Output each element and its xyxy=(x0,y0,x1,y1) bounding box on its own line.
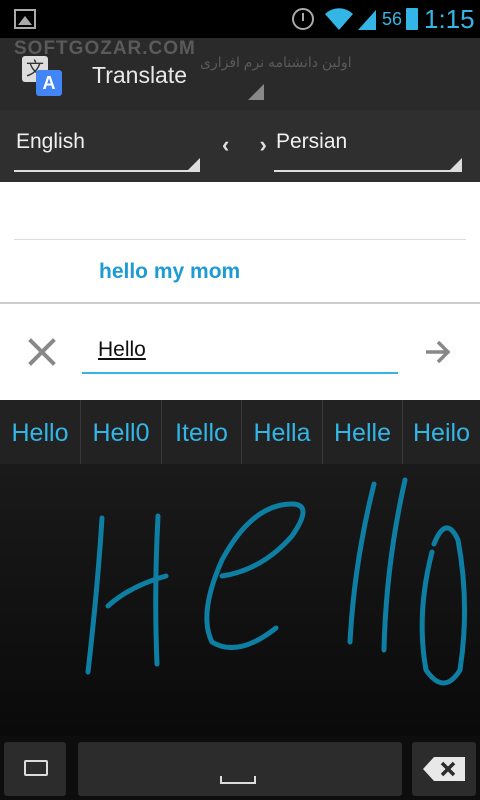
target-language-spinner[interactable]: Persian xyxy=(274,128,462,172)
space-icon xyxy=(220,776,256,784)
space-key[interactable] xyxy=(78,742,402,796)
source-text-value: Hello xyxy=(98,338,146,361)
translation-panel: hello my mom Hello xyxy=(0,182,480,400)
clear-icon[interactable] xyxy=(28,338,56,366)
battery-level: 56 xyxy=(382,9,403,29)
wifi-icon xyxy=(325,8,353,30)
translate-app-icon[interactable]: 文 A xyxy=(22,56,66,96)
handwriting-strokes xyxy=(85,477,468,686)
target-language-label: Persian xyxy=(276,130,348,153)
app-title: Translate xyxy=(92,62,188,88)
handwriting-canvas[interactable] xyxy=(0,464,480,736)
translation-result[interactable]: hello my mom xyxy=(99,260,240,284)
backspace-icon xyxy=(423,757,465,781)
translate-arrow-icon[interactable] xyxy=(424,338,452,366)
source-text-input[interactable]: Hello xyxy=(82,332,398,374)
suggestion-item[interactable]: Hella xyxy=(242,400,323,464)
alarm-icon xyxy=(292,8,314,30)
suggestion-item[interactable]: Hello xyxy=(0,400,81,464)
keyboard-icon xyxy=(24,760,48,776)
suggestion-strip: Hello Hell0 Itello Hella Helle Heilo xyxy=(0,400,480,482)
spinner-triangle-icon xyxy=(450,158,462,170)
divider xyxy=(14,239,466,240)
spinner-triangle-icon xyxy=(188,158,200,170)
status-bar: 56 1:15 xyxy=(0,0,480,38)
source-language-label: English xyxy=(16,130,85,153)
suggestion-item[interactable]: Itello xyxy=(162,400,242,464)
suggestion-item[interactable]: Hell0 xyxy=(81,400,162,464)
keyboard-bottom-row xyxy=(0,736,480,800)
battery-icon xyxy=(406,8,418,30)
clock: 1:15 xyxy=(424,4,475,34)
title-dropdown-icon[interactable] xyxy=(248,84,264,100)
keyboard-switch-button[interactable] xyxy=(4,742,66,796)
delete-key[interactable] xyxy=(412,742,476,796)
watermark-subtext: اولین دانشنامه نرم افزاری xyxy=(200,54,352,70)
suggestion-item[interactable]: Helle xyxy=(323,400,403,482)
image-notification-icon xyxy=(14,9,36,29)
source-language-spinner[interactable]: English xyxy=(14,128,200,172)
divider xyxy=(0,302,480,304)
letter-a-glyph-icon: A xyxy=(36,70,62,96)
swap-languages-button[interactable]: ‹ › xyxy=(222,132,279,158)
suggestion-item[interactable]: Heilo xyxy=(403,400,480,464)
signal-icon xyxy=(358,10,376,30)
action-bar: SOFTGOZAR.COM اولین دانشنامه نرم افزاری … xyxy=(0,38,480,110)
